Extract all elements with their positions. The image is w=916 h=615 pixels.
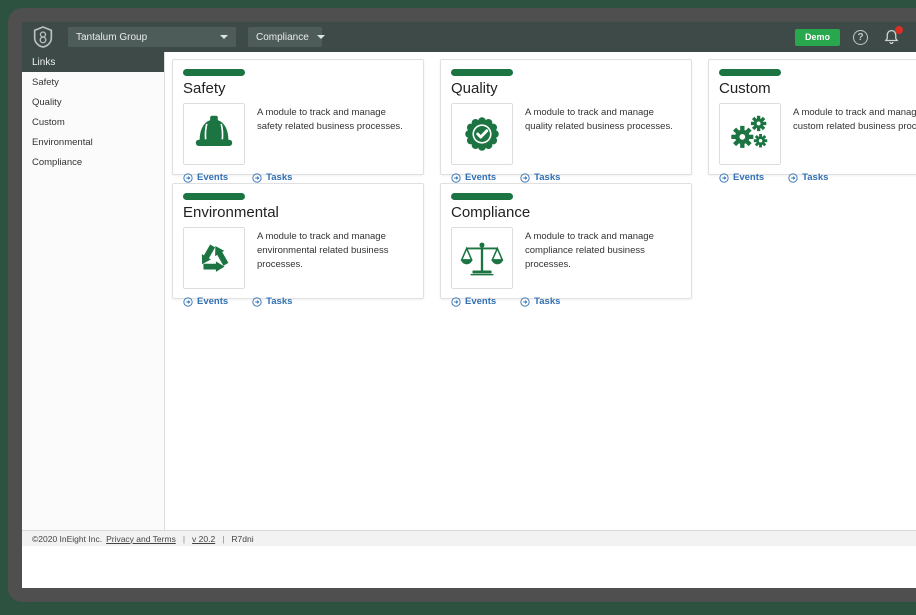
card-description: A module to track and manage safety rela… bbox=[257, 103, 413, 165]
card-title: Compliance bbox=[451, 204, 681, 221]
help-icon[interactable]: ? bbox=[853, 30, 868, 45]
circle-arrow-icon bbox=[252, 173, 262, 183]
card-title: Safety bbox=[183, 80, 413, 97]
safety-events-link[interactable]: Events bbox=[183, 172, 228, 183]
module-card-custom: Custom bbox=[708, 59, 916, 175]
app-footer: ©2020 InEight Inc. Privacy and Terms | v… bbox=[22, 530, 916, 546]
circle-arrow-icon bbox=[520, 297, 530, 307]
card-accent-bar bbox=[451, 193, 513, 200]
organization-selector[interactable]: Tantalum Group bbox=[68, 27, 236, 47]
card-title: Quality bbox=[451, 80, 681, 97]
module-card-safety: Safety A module to track and manage safe… bbox=[172, 59, 424, 175]
circle-arrow-icon bbox=[451, 173, 461, 183]
circle-arrow-icon bbox=[520, 173, 530, 183]
compliance-tasks-link[interactable]: Tasks bbox=[520, 296, 560, 307]
environmental-tasks-link[interactable]: Tasks bbox=[252, 296, 292, 307]
card-description: A module to track and manage compliance … bbox=[525, 227, 681, 289]
card-description: A module to track and manage quality rel… bbox=[525, 103, 681, 165]
app-window: Tantalum Group Compliance Demo ? Links S… bbox=[22, 22, 916, 588]
topbar: Tantalum Group Compliance Demo ? bbox=[22, 22, 916, 52]
custom-tasks-link[interactable]: Tasks bbox=[788, 172, 828, 183]
compliance-events-link[interactable]: Events bbox=[451, 296, 496, 307]
shield-logo-icon bbox=[32, 26, 54, 48]
card-accent-bar bbox=[719, 69, 781, 76]
hardhat-icon bbox=[183, 103, 245, 165]
footer-separator: | bbox=[183, 534, 185, 544]
sidebar-item-environmental[interactable]: Environmental bbox=[22, 132, 164, 152]
gears-icon bbox=[719, 103, 781, 165]
sidebar-item-quality[interactable]: Quality bbox=[22, 92, 164, 112]
circle-arrow-icon bbox=[788, 173, 798, 183]
module-card-compliance: Compliance bbox=[440, 183, 692, 299]
card-accent-bar bbox=[183, 193, 245, 200]
footer-separator: | bbox=[222, 534, 224, 544]
environmental-events-link[interactable]: Events bbox=[183, 296, 228, 307]
notifications-button[interactable] bbox=[883, 28, 900, 46]
caret-down-icon bbox=[220, 35, 228, 39]
organization-selector-value: Tantalum Group bbox=[76, 32, 147, 43]
safety-tasks-link[interactable]: Tasks bbox=[252, 172, 292, 183]
main-area: Links Safety Quality Custom Environmenta… bbox=[22, 52, 916, 530]
circle-arrow-icon bbox=[252, 297, 262, 307]
card-description: A module to track and manage environment… bbox=[257, 227, 413, 289]
quality-seal-icon bbox=[451, 103, 513, 165]
sidebar-item-safety[interactable]: Safety bbox=[22, 72, 164, 92]
copyright-text: ©2020 InEight Inc. bbox=[32, 534, 102, 544]
scales-icon bbox=[451, 227, 513, 289]
sidebar-item-compliance[interactable]: Compliance bbox=[22, 152, 164, 172]
notification-badge bbox=[895, 26, 903, 34]
card-title: Custom bbox=[719, 80, 916, 97]
module-selector-value: Compliance bbox=[256, 32, 309, 43]
demo-button[interactable]: Demo bbox=[795, 29, 840, 46]
module-card-quality: Quality bbox=[440, 59, 692, 175]
custom-events-link[interactable]: Events bbox=[719, 172, 764, 183]
sidebar-header: Links bbox=[22, 52, 164, 72]
recycle-icon bbox=[183, 227, 245, 289]
build-id: R7dni bbox=[231, 534, 253, 544]
version-link[interactable]: v 20.2 bbox=[192, 534, 215, 544]
circle-arrow-icon bbox=[183, 173, 193, 183]
module-card-environmental: Environmental A module to trac bbox=[172, 183, 424, 299]
quality-events-link[interactable]: Events bbox=[451, 172, 496, 183]
topbar-actions: Demo ? bbox=[795, 28, 900, 46]
card-accent-bar bbox=[451, 69, 513, 76]
module-card-grid: Safety A module to track and manage safe… bbox=[165, 52, 916, 530]
sidebar-item-custom[interactable]: Custom bbox=[22, 112, 164, 132]
card-title: Environmental bbox=[183, 204, 413, 221]
circle-arrow-icon bbox=[451, 297, 461, 307]
card-accent-bar bbox=[183, 69, 245, 76]
card-description: A module to track and manage custom rela… bbox=[793, 103, 916, 165]
circle-arrow-icon bbox=[183, 297, 193, 307]
sidebar: Links Safety Quality Custom Environmenta… bbox=[22, 52, 165, 530]
caret-down-icon bbox=[317, 35, 325, 39]
circle-arrow-icon bbox=[719, 173, 729, 183]
module-selector[interactable]: Compliance bbox=[248, 27, 322, 47]
quality-tasks-link[interactable]: Tasks bbox=[520, 172, 560, 183]
privacy-terms-link[interactable]: Privacy and Terms bbox=[106, 534, 176, 544]
